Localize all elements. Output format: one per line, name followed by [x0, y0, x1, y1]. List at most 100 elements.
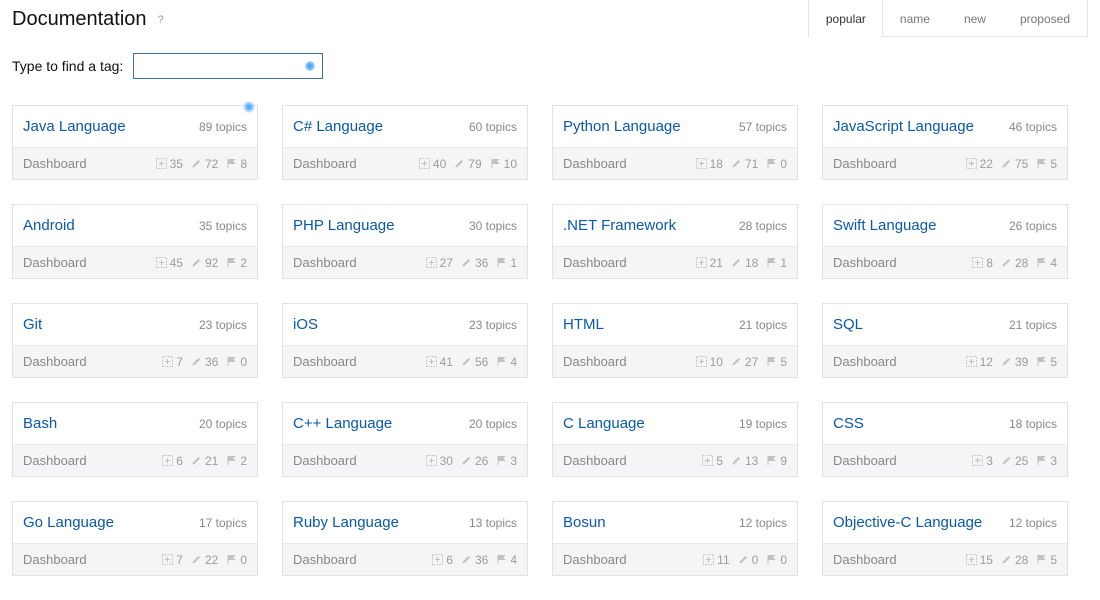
tag-name-link[interactable]: C++ Language	[293, 415, 392, 432]
dashboard-link[interactable]: Dashboard	[293, 354, 357, 369]
stat-flags[interactable]: 5	[1036, 157, 1057, 171]
stat-flags[interactable]: 3	[496, 454, 517, 468]
tag-name-link[interactable]: Bash	[23, 415, 57, 432]
stat-edits[interactable]: 92	[191, 256, 218, 270]
stat-new[interactable]: 11	[703, 553, 729, 567]
dashboard-link[interactable]: Dashboard	[293, 156, 357, 171]
tag-name-link[interactable]: Git	[23, 316, 42, 333]
tag-name-link[interactable]: PHP Language	[293, 217, 394, 234]
stat-edits[interactable]: 28	[1001, 256, 1028, 270]
stat-flags[interactable]: 10	[490, 157, 517, 171]
tag-name-link[interactable]: Ruby Language	[293, 514, 399, 531]
dashboard-link[interactable]: Dashboard	[833, 453, 897, 468]
help-icon[interactable]: ?	[157, 13, 165, 27]
stat-new[interactable]: 21	[696, 256, 723, 270]
stat-flags[interactable]: 0	[766, 157, 787, 171]
stat-edits[interactable]: 25	[1001, 454, 1028, 468]
sort-tab-name[interactable]: name	[883, 0, 947, 36]
stat-edits[interactable]: 36	[461, 553, 488, 567]
stat-new[interactable]: 45	[156, 256, 183, 270]
dashboard-link[interactable]: Dashboard	[833, 255, 897, 270]
tag-name-link[interactable]: Bosun	[563, 514, 606, 531]
dashboard-link[interactable]: Dashboard	[833, 354, 897, 369]
dashboard-link[interactable]: Dashboard	[563, 354, 627, 369]
tag-name-link[interactable]: .NET Framework	[563, 217, 676, 234]
tag-name-link[interactable]: Python Language	[563, 118, 681, 135]
tag-name-link[interactable]: HTML	[563, 316, 604, 333]
tag-name-link[interactable]: Android	[23, 217, 75, 234]
sort-tab-proposed[interactable]: proposed	[1003, 0, 1087, 36]
dashboard-link[interactable]: Dashboard	[23, 255, 87, 270]
dashboard-link[interactable]: Dashboard	[293, 552, 357, 567]
stat-edits[interactable]: 39	[1001, 355, 1028, 369]
stat-new[interactable]: 18	[696, 157, 723, 171]
stat-flags[interactable]: 8	[226, 157, 247, 171]
dashboard-link[interactable]: Dashboard	[23, 354, 87, 369]
tag-name-link[interactable]: CSS	[833, 415, 864, 432]
dashboard-link[interactable]: Dashboard	[23, 453, 87, 468]
stat-edits[interactable]: 36	[191, 355, 218, 369]
tag-name-link[interactable]: SQL	[833, 316, 863, 333]
stat-new[interactable]: 10	[696, 355, 723, 369]
tag-name-link[interactable]: C Language	[563, 415, 645, 432]
stat-new[interactable]: 35	[156, 157, 183, 171]
stat-flags[interactable]: 1	[766, 256, 787, 270]
stat-edits[interactable]: 56	[461, 355, 488, 369]
stat-new[interactable]: 30	[426, 454, 453, 468]
stat-flags[interactable]: 2	[226, 256, 247, 270]
dashboard-link[interactable]: Dashboard	[293, 453, 357, 468]
stat-edits[interactable]: 0	[738, 553, 759, 567]
dashboard-link[interactable]: Dashboard	[23, 552, 87, 567]
stat-flags[interactable]: 0	[226, 553, 247, 567]
tag-name-link[interactable]: C# Language	[293, 118, 383, 135]
stat-edits[interactable]: 72	[191, 157, 218, 171]
dashboard-link[interactable]: Dashboard	[563, 156, 627, 171]
stat-new[interactable]: 8	[972, 256, 993, 270]
stat-flags[interactable]: 5	[1036, 355, 1057, 369]
stat-flags[interactable]: 4	[496, 553, 517, 567]
stat-new[interactable]: 22	[966, 157, 993, 171]
stat-new[interactable]: 41	[426, 355, 453, 369]
stat-flags[interactable]: 0	[226, 355, 247, 369]
tag-name-link[interactable]: JavaScript Language	[833, 118, 974, 135]
stat-flags[interactable]: 4	[1036, 256, 1057, 270]
tag-name-link[interactable]: iOS	[293, 316, 318, 333]
tag-name-link[interactable]: Go Language	[23, 514, 114, 531]
stat-edits[interactable]: 79	[454, 157, 481, 171]
tag-name-link[interactable]: Objective-C Language	[833, 514, 982, 531]
dashboard-link[interactable]: Dashboard	[833, 156, 897, 171]
stat-flags[interactable]: 5	[766, 355, 787, 369]
dashboard-link[interactable]: Dashboard	[833, 552, 897, 567]
stat-new[interactable]: 27	[426, 256, 453, 270]
stat-new[interactable]: 12	[966, 355, 993, 369]
stat-new[interactable]: 40	[419, 157, 446, 171]
dashboard-link[interactable]: Dashboard	[563, 255, 627, 270]
tag-name-link[interactable]: Swift Language	[833, 217, 936, 234]
stat-edits[interactable]: 36	[461, 256, 488, 270]
stat-edits[interactable]: 26	[461, 454, 488, 468]
stat-new[interactable]: 15	[966, 553, 993, 567]
stat-flags[interactable]: 4	[496, 355, 517, 369]
stat-edits[interactable]: 18	[731, 256, 758, 270]
stat-flags[interactable]: 3	[1036, 454, 1057, 468]
sort-tab-new[interactable]: new	[947, 0, 1003, 36]
stat-edits[interactable]: 13	[731, 454, 758, 468]
tag-name-link[interactable]: Java Language	[23, 118, 126, 135]
stat-flags[interactable]: 1	[496, 256, 517, 270]
search-input[interactable]	[133, 53, 323, 79]
stat-new[interactable]: 7	[162, 355, 183, 369]
stat-edits[interactable]: 28	[1001, 553, 1028, 567]
stat-new[interactable]: 6	[432, 553, 453, 567]
stat-flags[interactable]: 9	[766, 454, 787, 468]
dashboard-link[interactable]: Dashboard	[563, 453, 627, 468]
stat-flags[interactable]: 5	[1036, 553, 1057, 567]
dashboard-link[interactable]: Dashboard	[23, 156, 87, 171]
stat-new[interactable]: 5	[702, 454, 723, 468]
stat-new[interactable]: 6	[162, 454, 183, 468]
stat-edits[interactable]: 75	[1001, 157, 1028, 171]
stat-edits[interactable]: 21	[191, 454, 218, 468]
dashboard-link[interactable]: Dashboard	[563, 552, 627, 567]
stat-edits[interactable]: 71	[731, 157, 758, 171]
stat-new[interactable]: 7	[162, 553, 183, 567]
stat-flags[interactable]: 2	[226, 454, 247, 468]
